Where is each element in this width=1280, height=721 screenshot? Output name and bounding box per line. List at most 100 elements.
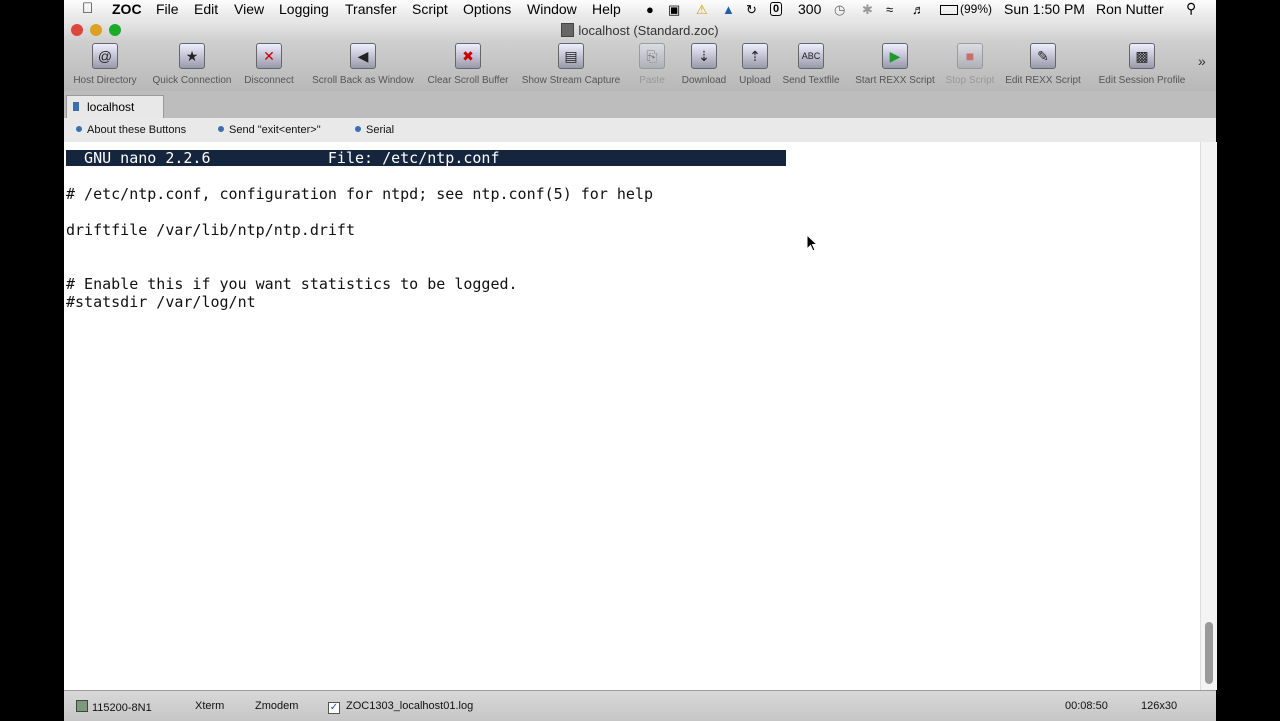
- serial-button[interactable]: Serial: [355, 124, 394, 136]
- spotlight-search-icon[interactable]: ⚲: [1186, 0, 1196, 17]
- quick-connection-button[interactable]: ★ Quick Connection: [148, 43, 236, 86]
- app-status-icon[interactable]: ▣: [668, 2, 680, 18]
- send-exit-button[interactable]: Send "exit<enter>": [218, 124, 321, 136]
- terminal-scrollbar[interactable]: [1200, 142, 1217, 690]
- terminal-size: 126x30: [1141, 700, 1178, 712]
- user-button-bar: About these Buttons Send "exit<enter>" S…: [64, 118, 1216, 143]
- sync-icon[interactable]: ↻: [746, 2, 757, 18]
- about-buttons-button[interactable]: About these Buttons: [76, 124, 186, 136]
- send-exit-label: Send "exit<enter>": [229, 124, 321, 136]
- disconnect-button[interactable]: ✕ Disconnect: [238, 43, 300, 86]
- edit-rexx-script-button[interactable]: ✎ Edit REXX Script: [1002, 43, 1084, 86]
- menubar:  ZOC File Edit View Logging Transfer Sc…: [64, 0, 1216, 20]
- play-icon: ▶: [882, 43, 908, 69]
- serial-settings-label: 115200-8N1: [92, 702, 152, 714]
- upload-button[interactable]: ⇡ Upload: [734, 43, 776, 86]
- one-password-icon[interactable]: 0: [770, 2, 783, 16]
- paste-label: Paste: [639, 75, 665, 86]
- send-textfile-button[interactable]: ABC Send Textfile: [778, 43, 844, 86]
- mouse-pointer-icon: [806, 234, 819, 252]
- triangle-icon[interactable]: ▲: [722, 2, 735, 17]
- tab-localhost[interactable]: localhost: [66, 95, 164, 119]
- edit-session-profile-button[interactable]: ▩ Edit Session Profile: [1094, 43, 1190, 86]
- scroll-back-label: Scroll Back as Window: [312, 75, 414, 86]
- toolbar: @ Host Directory ★ Quick Connection ✕ Di…: [64, 41, 1216, 92]
- paste-button[interactable]: ⎘ Paste: [630, 43, 674, 86]
- menu-script[interactable]: Script: [412, 1, 448, 17]
- edit-rexx-script-label: Edit REXX Script: [1005, 75, 1081, 86]
- stop-icon: ■: [957, 43, 983, 69]
- disconnect-label: Disconnect: [244, 75, 294, 86]
- menu-transfer[interactable]: Transfer: [345, 1, 397, 17]
- show-stream-capture-label: Show Stream Capture: [521, 75, 621, 86]
- battery-icon[interactable]: [940, 5, 958, 15]
- clear-x-icon: ✖: [455, 43, 481, 69]
- host-directory-label: Host Directory: [73, 75, 137, 86]
- clock[interactable]: Sun 1:50 PM: [1004, 1, 1085, 17]
- serial-label: Serial: [366, 124, 395, 136]
- capture-icon: ▤: [558, 43, 584, 69]
- host-directory-button[interactable]: @ Host Directory: [64, 43, 146, 86]
- show-stream-capture-button[interactable]: ▤ Show Stream Capture: [518, 43, 624, 86]
- menu-window[interactable]: Window: [527, 1, 577, 17]
- toolbar-overflow-button[interactable]: »: [1198, 53, 1206, 69]
- download-label: Download: [681, 75, 727, 86]
- terminal-line: # Enable this if you want statistics to …: [66, 275, 518, 293]
- start-rexx-script-label: Start REXX Script: [855, 75, 935, 86]
- about-buttons-label: About these Buttons: [87, 124, 187, 136]
- checkbox-checked-icon[interactable]: ✓: [328, 702, 340, 714]
- scroll-back-as-window-button[interactable]: ◀ Scroll Back as Window: [308, 43, 418, 86]
- connection-icon: [76, 700, 88, 712]
- bullet-icon: [76, 126, 82, 132]
- terminal-line: driftfile /var/lib/ntp/ntp.drift: [66, 221, 355, 239]
- scrollbar-thumb[interactable]: [1205, 622, 1213, 684]
- transfer-protocol[interactable]: Zmodem: [255, 700, 298, 712]
- session-timer: 00:08:50: [1065, 700, 1108, 712]
- window-titlebar: localhost (Standard.zoc): [64, 19, 1216, 41]
- send-textfile-icon: ABC: [798, 43, 824, 69]
- status-bar: 115200-8N1 Xterm Zmodem ✓ ZOC1303_localho…: [64, 690, 1216, 721]
- menu-file[interactable]: File: [156, 1, 179, 17]
- bluetooth-icon[interactable]: ✱: [862, 2, 873, 18]
- volume-icon[interactable]: ♬: [912, 2, 925, 17]
- download-icon: ⇣: [691, 43, 717, 69]
- battery-percent: (99%): [960, 2, 993, 16]
- start-rexx-script-button[interactable]: ▶ Start REXX Script: [854, 43, 936, 86]
- scroll-back-icon: ◀: [350, 43, 376, 69]
- session-tab-bar: localhost: [64, 91, 1216, 119]
- warning-icon[interactable]: ⚠: [696, 2, 708, 18]
- bullet-icon: [218, 126, 224, 132]
- menu-logging[interactable]: Logging: [279, 1, 329, 17]
- terminal-screen[interactable]: GNU nano 2.2.6 File: /etc/ntp.conf # /et…: [64, 142, 1200, 690]
- serial-settings[interactable]: 115200-8N1: [76, 700, 152, 714]
- upload-label: Upload: [739, 75, 771, 86]
- stop-script-button[interactable]: ■ Stop Script: [942, 43, 998, 86]
- logfile-name: ZOC1303_localhost01.log: [346, 700, 474, 712]
- terminal-line: # /etc/ntp.conf, configuration for ntpd;…: [66, 185, 653, 203]
- wifi-icon[interactable]: ≈: [886, 2, 893, 17]
- terminal-line: #statsdir /var/log/nt: [66, 293, 256, 311]
- session-profile-icon: ▩: [1129, 43, 1155, 69]
- clear-scroll-buffer-label: Clear Scroll Buffer: [427, 75, 509, 86]
- menu-help[interactable]: Help: [592, 1, 621, 17]
- apple-icon[interactable]: : [82, 0, 93, 17]
- quick-connection-label: Quick Connection: [152, 75, 232, 86]
- terminal-x-icon: ✕: [256, 43, 282, 69]
- menu-edit[interactable]: Edit: [194, 1, 218, 17]
- send-textfile-label: Send Textfile: [782, 75, 840, 86]
- window-title: localhost (Standard.zoc): [64, 23, 1216, 38]
- app-menu[interactable]: ZOC: [112, 1, 142, 17]
- menu-options[interactable]: Options: [463, 1, 511, 17]
- user-name[interactable]: Ron Nutter: [1096, 1, 1164, 17]
- logfile-toggle[interactable]: ✓ ZOC1303_localhost01.log: [328, 700, 473, 714]
- download-button[interactable]: ⇣ Download: [678, 43, 730, 86]
- evernote-icon[interactable]: ●: [646, 2, 654, 17]
- stop-script-label: Stop Script: [945, 75, 995, 86]
- time-machine-icon[interactable]: ◷: [834, 2, 845, 18]
- emulation-setting[interactable]: Xterm: [195, 700, 224, 712]
- edit-pencil-icon: ✎: [1030, 43, 1056, 69]
- menu-view[interactable]: View: [234, 1, 264, 17]
- session-icon: [73, 102, 79, 111]
- clear-scroll-buffer-button[interactable]: ✖ Clear Scroll Buffer: [422, 43, 514, 86]
- bullet-icon: [355, 126, 361, 132]
